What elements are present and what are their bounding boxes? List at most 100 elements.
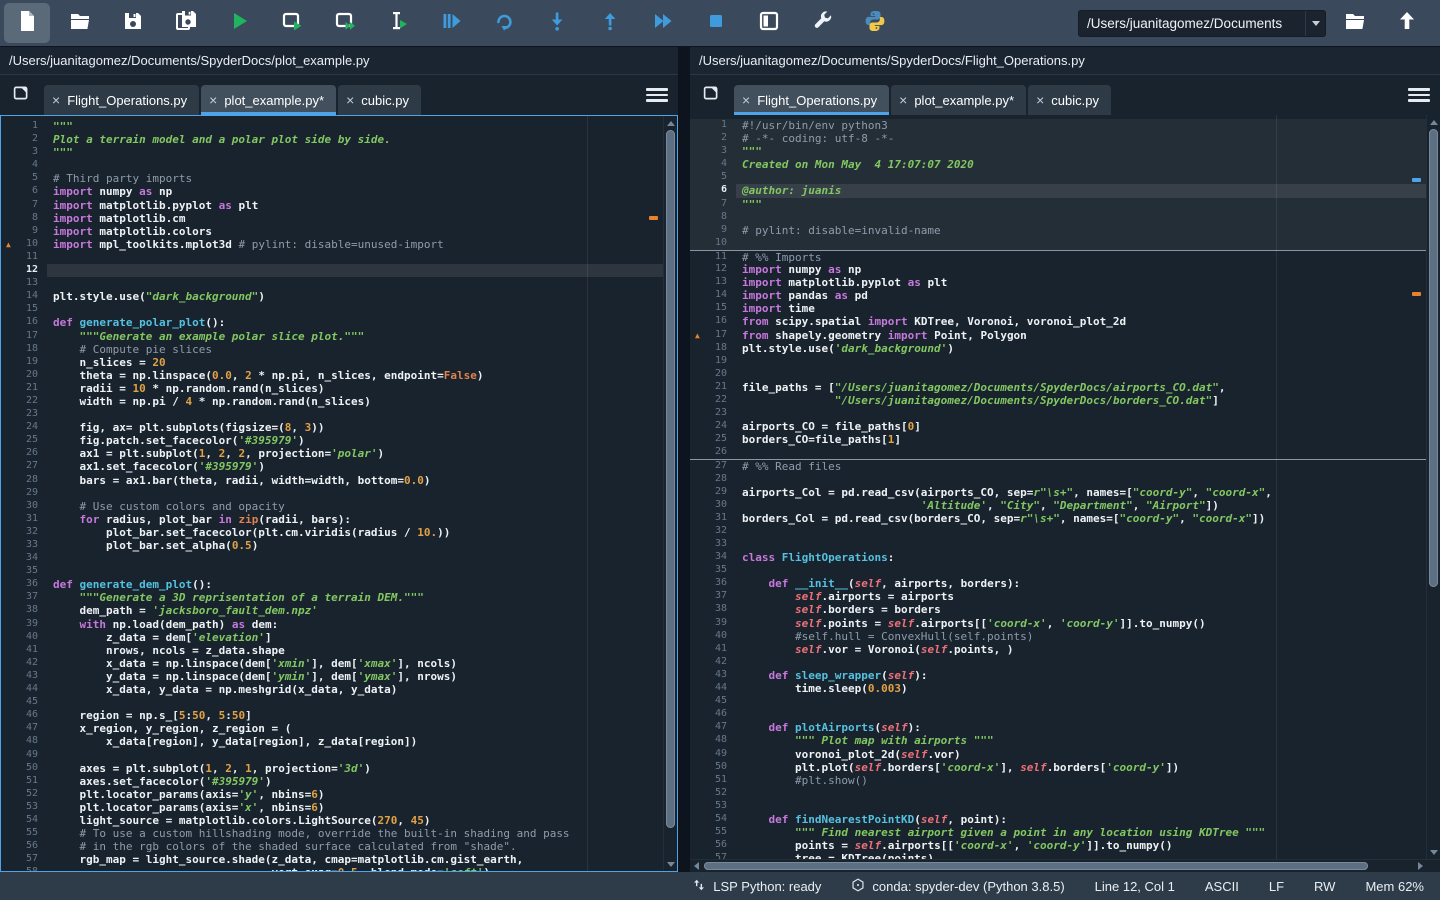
code-line-51[interactable]: 51 axes.set_facecolor('#395979') <box>1 775 663 788</box>
code-line-57[interactable]: 57 tree = KDTree(points) <box>690 852 1426 859</box>
code-line-38[interactable]: 38 self.borders = borders <box>690 603 1426 616</box>
python-interpreter-button[interactable] <box>852 3 898 43</box>
code-line-44[interactable]: 44 time.sleep(0.003) <box>690 682 1426 695</box>
code-line-31[interactable]: 31 for radius, plot_bar in zip(radii, ba… <box>1 513 663 526</box>
vertical-scrollbar[interactable] <box>663 116 677 871</box>
code-line-37[interactable]: 37 self.airports = airports <box>690 590 1426 603</box>
code-line-2[interactable]: 2# -*- coding: utf-8 -*- <box>690 132 1426 145</box>
code-line-7[interactable]: 7import matplotlib.pyplot as plt <box>1 199 663 212</box>
close-tab-icon[interactable]: × <box>899 93 907 107</box>
code-line-40[interactable]: 40 z_data = dem['elevation'] <box>1 631 663 644</box>
working-directory-combobox[interactable]: /Users/juanitagomez/Documents <box>1078 10 1326 37</box>
code-line-42[interactable]: 42 <box>690 656 1426 669</box>
code-line-49[interactable]: 49 voronoi_plot_2d(self.vor) <box>690 748 1426 761</box>
code-line-12[interactable]: 12 <box>1 264 663 277</box>
code-line-24[interactable]: 24airports_CO = file_paths[0] <box>690 420 1426 433</box>
code-line-14[interactable]: 14plt.style.use("dark_background") <box>1 290 663 303</box>
code-line-53[interactable]: 53 plt.locator_params(axis='x', nbins=6) <box>1 801 663 814</box>
code-editor-right[interactable]: 1#!/usr/bin/env python32# -*- coding: ut… <box>690 115 1440 859</box>
close-tab-icon[interactable]: × <box>742 93 750 107</box>
code-line-43[interactable]: 43 y_data = np.linspace(dem['ymin'], dem… <box>1 670 663 683</box>
code-line-47[interactable]: 47 x_region, y_region, z_region = ( <box>1 722 663 735</box>
scroll-up-arrow[interactable] <box>1427 116 1440 128</box>
code-line-26[interactable]: 26 ax1 = plt.subplot(1, 2, 2, projection… <box>1 447 663 460</box>
code-line-33[interactable]: 33 plot_bar.set_alpha(0.5) <box>1 539 663 552</box>
options-menu-button[interactable] <box>646 84 668 106</box>
code-line-26[interactable]: 26 <box>690 446 1426 459</box>
debug-rerun-button[interactable] <box>481 3 527 43</box>
code-line-19[interactable]: 19 <box>690 355 1426 368</box>
code-line-7[interactable]: 7""" <box>690 198 1426 211</box>
code-line-16[interactable]: 16def generate_polar_plot(): <box>1 316 663 329</box>
vertical-scroll-thumb[interactable] <box>1429 129 1438 587</box>
code-line-19[interactable]: 19 n_slices = 20 <box>1 356 663 369</box>
code-line-46[interactable]: 46 <box>690 708 1426 721</box>
tab-cubic-py[interactable]: ×cubic.py <box>1028 85 1111 115</box>
code-line-3[interactable]: 3""" <box>1 146 663 159</box>
tab-plot-example-py-[interactable]: ×plot_example.py* <box>201 85 336 115</box>
code-line-32[interactable]: 32 <box>690 525 1426 538</box>
code-line-30[interactable]: 30 'Altitude', "City", "Department", "Ai… <box>690 499 1426 512</box>
code-line-45[interactable]: 45 <box>690 695 1426 708</box>
code-line-55[interactable]: 55 """ Find nearest airport given a poin… <box>690 826 1426 839</box>
maximize-pane-button[interactable] <box>746 3 792 43</box>
scroll-right-arrow[interactable] <box>1414 860 1426 872</box>
code-line-32[interactable]: 32 plot_bar.set_facecolor(plt.cm.viridis… <box>1 526 663 539</box>
code-line-1[interactable]: 1#!/usr/bin/env python3 <box>690 119 1426 132</box>
debug-step-into-button[interactable] <box>534 3 580 43</box>
code-line-52[interactable]: 52 plt.locator_params(axis='y', nbins=6) <box>1 788 663 801</box>
code-line-46[interactable]: 46 region = np.s_[5:50, 5:50] <box>1 709 663 722</box>
code-line-5[interactable]: 5# Third party imports <box>1 172 663 185</box>
code-line-49[interactable]: 49 <box>1 749 663 762</box>
code-line-25[interactable]: 25borders_CO=file_paths[1] <box>690 433 1426 446</box>
code-line-22[interactable]: 22 width = np.pi / 4 * np.random.rand(n_… <box>1 395 663 408</box>
scroll-track[interactable] <box>665 130 676 857</box>
code-line-31[interactable]: 31borders_Col = pd.read_csv(borders_CO, … <box>690 512 1426 525</box>
code-line-48[interactable]: 48 """ Plot map with airports """ <box>690 734 1426 747</box>
code-line-36[interactable]: 36def generate_dem_plot(): <box>1 578 663 591</box>
code-line-54[interactable]: 54 light_source = matplotlib.colors.Ligh… <box>1 814 663 827</box>
code-line-13[interactable]: 13import matplotlib.pyplot as plt <box>690 276 1426 289</box>
horizontal-scrollbar[interactable] <box>690 859 1440 872</box>
working-directory-dropdown[interactable] <box>1305 11 1325 36</box>
tab-flight-operations-py[interactable]: ×Flight_Operations.py <box>734 85 889 115</box>
save-button[interactable] <box>110 3 156 43</box>
code-line-37[interactable]: 37 """Generate a 3D reprisentation of a … <box>1 591 663 604</box>
code-line-20[interactable]: 20 theta = np.linspace(0.0, 2 * np.pi, n… <box>1 369 663 382</box>
code-line-12[interactable]: 12import numpy as np <box>690 263 1426 276</box>
code-line-20[interactable]: 20 <box>690 368 1426 381</box>
vertical-scrollbar[interactable] <box>1426 115 1440 859</box>
code-line-43[interactable]: 43 def sleep_wrapper(self): <box>690 669 1426 682</box>
code-line-35[interactable]: 35 <box>1 565 663 578</box>
code-line-23[interactable]: 23 <box>1 408 663 421</box>
code-line-39[interactable]: 39 with np.load(dem_path) as dem: <box>1 618 663 631</box>
code-line-34[interactable]: 34 <box>1 552 663 565</box>
code-line-9[interactable]: 9import matplotlib.colors <box>1 225 663 238</box>
code-line-42[interactable]: 42 x_data = np.linspace(dem['xmin'], dem… <box>1 657 663 670</box>
code-line-45[interactable]: 45 <box>1 696 663 709</box>
browse-tabs-button[interactable] <box>8 82 34 108</box>
code-line-27[interactable]: 27# %% Read files <box>690 459 1426 472</box>
code-line-50[interactable]: 50 plt.plot(self.borders['coord-x'], sel… <box>690 761 1426 774</box>
code-line-9[interactable]: 9# pylint: disable=invalid-name <box>690 224 1426 237</box>
open-file-button[interactable] <box>57 3 103 43</box>
code-line-56[interactable]: 56 points = self.airports[['coord-x', 'c… <box>690 839 1426 852</box>
run-cell-advance-button[interactable] <box>322 3 368 43</box>
code-line-39[interactable]: 39 self.points = self.airports[['coord-x… <box>690 617 1426 630</box>
code-line-30[interactable]: 30 # Use custom colors and opacity <box>1 500 663 513</box>
code-line-41[interactable]: 41 nrows, ncols = z_data.shape <box>1 644 663 657</box>
code-line-10[interactable]: 10 <box>690 237 1426 250</box>
run-selection-button[interactable] <box>375 3 421 43</box>
code-line-2[interactable]: 2Plot a terrain model and a polar plot s… <box>1 133 663 146</box>
code-line-18[interactable]: 18 # Compute pie slices <box>1 343 663 356</box>
code-line-55[interactable]: 55 # To use a custom hillshading mode, o… <box>1 827 663 840</box>
code-line-28[interactable]: 28 <box>690 473 1426 486</box>
vertical-scroll-thumb[interactable] <box>666 130 675 828</box>
code-line-33[interactable]: 33 <box>690 538 1426 551</box>
code-line-58[interactable]: 58 vert_exag=0.5, blend_mode='soft') <box>1 866 663 871</box>
scroll-down-arrow[interactable] <box>1427 846 1440 858</box>
scroll-left-arrow[interactable] <box>690 860 702 872</box>
code-line-11[interactable]: 11# %% Imports <box>690 250 1426 263</box>
code-line-15[interactable]: 15import time <box>690 302 1426 315</box>
code-line-21[interactable]: 21 radii = 10 * np.random.rand(n_slices) <box>1 382 663 395</box>
